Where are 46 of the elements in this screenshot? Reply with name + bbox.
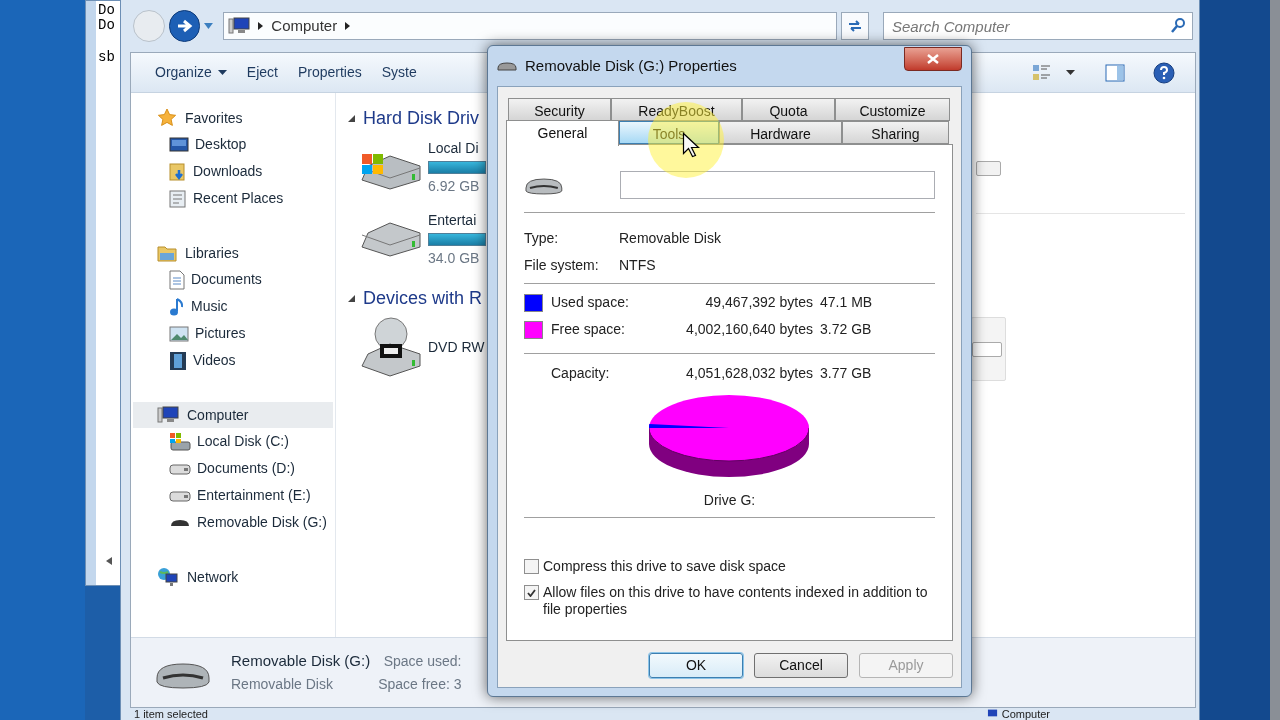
- space-bytes: 49,467,392 bytes: [704, 293, 813, 312]
- nav-label: Recent Places: [193, 189, 284, 208]
- group-header: Devices with R: [363, 286, 483, 310]
- nav-label: Videos: [193, 351, 236, 370]
- nav-label: Entertainment (E:): [197, 486, 311, 505]
- nav-label: Libraries: [185, 243, 239, 263]
- status-location: Computer: [1001, 708, 1050, 720]
- nav-label: Documents: [191, 270, 262, 289]
- console-text: Do: [98, 18, 116, 33]
- drive-free-space: 6.92 GB: [428, 176, 481, 196]
- space-label: Free space:: [551, 320, 626, 339]
- item-name: Removable Disk (G:): [231, 650, 371, 671]
- property-label: Type:: [524, 229, 560, 248]
- pie-caption: Drive G:: [703, 491, 756, 510]
- nav-label: Downloads: [193, 162, 263, 181]
- space-size: 47.1 MB: [820, 293, 873, 312]
- nav-label: Local Disk (C:): [197, 432, 289, 451]
- space-bytes: 4,002,160,640 bytes: [685, 320, 813, 339]
- space-bytes: 4,051,628,032 bytes: [685, 364, 813, 383]
- space-label: Used space:: [551, 293, 630, 312]
- space-size: 3.77 GB: [820, 364, 872, 383]
- status-text: 1 item selected: [134, 708, 208, 720]
- nav-label: Network: [187, 567, 239, 587]
- item-type: Removable Disk: [231, 675, 334, 695]
- drive-name: DVD RW: [428, 337, 485, 357]
- nav-label: Removable Disk (G:): [197, 513, 327, 532]
- nav-label: Pictures: [195, 324, 246, 343]
- drive-free-space: 34.0 GB: [428, 248, 481, 268]
- nav-label: Computer: [187, 405, 249, 425]
- property-value: Removable Disk: [619, 229, 721, 248]
- nav-label: Favorites: [185, 108, 243, 128]
- drive-name: Entertai: [428, 210, 478, 230]
- drive-name: Local Di: [428, 138, 480, 158]
- property-value: NTFS: [619, 256, 656, 275]
- detail-field: Space used:: [383, 650, 462, 672]
- group-header: Hard Disk Driv: [363, 106, 479, 130]
- nav-label: Desktop: [195, 135, 247, 154]
- nav-label: Music: [191, 297, 228, 316]
- dialog-title: Removable Disk (G:) Properties: [525, 55, 737, 76]
- property-label: File system:: [524, 256, 600, 275]
- detail-field: Space free: 3: [378, 673, 462, 695]
- space-size: 3.72 GB: [820, 320, 872, 339]
- space-label: Capacity:: [551, 364, 611, 383]
- console-text: sb: [98, 50, 116, 65]
- nav-label: Documents (D:): [197, 459, 296, 478]
- console-text: Do: [98, 3, 116, 18]
